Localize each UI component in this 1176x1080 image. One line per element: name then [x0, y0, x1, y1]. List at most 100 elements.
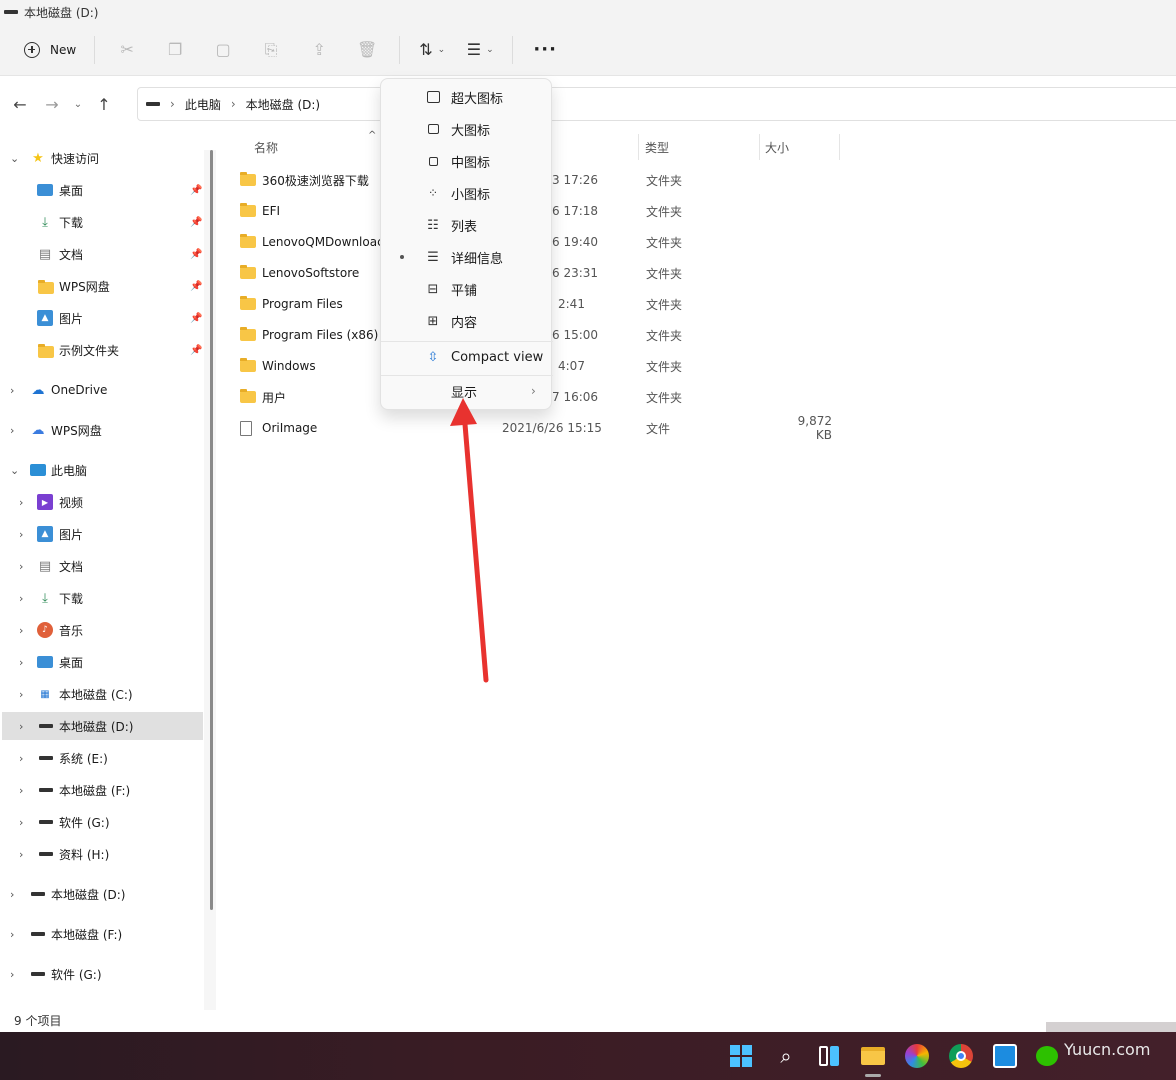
sidebar-item-downloads[interactable]: ⤓ 下载 📌	[0, 208, 204, 236]
extra-large-icons-icon	[425, 89, 441, 105]
sidebar-item-this-pc[interactable]: ⌄ 此电脑	[0, 456, 204, 484]
menu-item-compact-view[interactable]: ⇳ Compact view	[385, 342, 549, 372]
sidebar-item-pc-downloads[interactable]: › ⤓ 下载	[0, 584, 204, 612]
table-row[interactable]: Program Files (x86) 6 15:00 文件夹	[240, 321, 900, 349]
sidebar-item-label: 软件 (G:)	[59, 815, 110, 830]
pin-icon[interactable]: 📌	[190, 313, 202, 324]
chrome-taskbar-button[interactable]	[947, 1042, 975, 1070]
menu-item-large-icons[interactable]: 大图标	[385, 114, 549, 144]
pin-icon[interactable]: 📌	[190, 281, 202, 292]
sidebar-item-wps[interactable]: › ☁ WPS网盘	[0, 416, 204, 444]
copy-button[interactable]: ❐	[151, 34, 199, 66]
navigation-pane: ⌄ ★ 快速访问 桌面 📌 ⤓ 下载 📌 ▤ 文档 📌 WPS网盘 📌 ▲ 图片…	[0, 140, 216, 1010]
scrollbar-thumb[interactable]	[210, 150, 213, 910]
sidebar-item-removable-f[interactable]: › 本地磁盘 (F:)	[0, 920, 204, 948]
menu-item-extra-large-icons[interactable]: 超大图标	[385, 82, 549, 112]
navigation-bar: ← → ⌄ ↑ › 此电脑 › 本地磁盘 (D:)	[0, 86, 1176, 122]
sidebar-item-videos[interactable]: › ▶ 视频	[0, 488, 204, 516]
up-button[interactable]: ↑	[88, 88, 120, 120]
sidebar-item-drive-g[interactable]: › 软件 (G:)	[0, 808, 204, 836]
sidebar-item-label: 示例文件夹	[59, 343, 120, 358]
sidebar-item-pc-pictures[interactable]: › ▲ 图片	[0, 520, 204, 548]
sidebar-item-wps-drive[interactable]: WPS网盘 📌	[0, 272, 204, 300]
sidebar-item-drive-f[interactable]: › 本地磁盘 (F:)	[0, 776, 204, 804]
sidebar-item-removable-d[interactable]: › 本地磁盘 (D:)	[0, 880, 204, 908]
sidebar-item-drive-h[interactable]: › 资料 (H:)	[0, 840, 204, 868]
sidebar-item-pc-documents[interactable]: › ▤ 文档	[0, 552, 204, 580]
menu-item-medium-icons[interactable]: 中图标	[385, 146, 549, 176]
more-button[interactable]: ···	[521, 34, 569, 66]
windows-icon	[730, 1045, 752, 1067]
menu-item-content[interactable]: ⊞ 内容	[385, 306, 549, 336]
drive-icon	[146, 102, 160, 106]
start-button[interactable]	[727, 1042, 755, 1070]
table-row[interactable]: EFI 6 17:18 文件夹	[240, 197, 900, 225]
column-divider[interactable]	[839, 134, 840, 160]
file-date: 6 23:31	[552, 266, 599, 280]
search-button[interactable]: ⌕	[772, 1042, 800, 1070]
sidebar-item-sample-folder[interactable]: 示例文件夹 📌	[0, 336, 204, 364]
browser-360-taskbar-button[interactable]	[903, 1042, 931, 1070]
paste-button[interactable]: ▢	[199, 34, 247, 66]
column-header-size[interactable]: 大小	[765, 136, 789, 158]
cloud-icon: ☁	[31, 422, 45, 438]
column-divider[interactable]	[638, 134, 639, 160]
column-header-name[interactable]: 名称	[254, 136, 278, 158]
table-row[interactable]: LenovoSoftstore 6 23:31 文件夹	[240, 259, 900, 287]
breadcrumb-drive-d[interactable]: 本地磁盘 (D:)	[246, 96, 320, 113]
chevron-right-icon: ›	[19, 847, 24, 861]
sidebar-item-drive-d[interactable]: › 本地磁盘 (D:)	[2, 712, 203, 740]
menu-item-list[interactable]: ☷ 列表	[385, 210, 549, 240]
folder-icon	[38, 280, 54, 294]
recent-locations-button[interactable]: ⌄	[68, 88, 88, 120]
share-button[interactable]: ⇪	[295, 34, 343, 66]
cut-button[interactable]: ✂	[103, 34, 151, 66]
view-button[interactable]: ☰ ⌄	[456, 34, 504, 66]
back-button[interactable]: ←	[4, 88, 36, 120]
pin-icon[interactable]: 📌	[190, 185, 202, 196]
column-header-label: 名称	[254, 140, 279, 155]
rename-button[interactable]: ⎘	[247, 34, 295, 66]
forward-button[interactable]: →	[36, 88, 68, 120]
sidebar-scrollbar[interactable]	[204, 150, 216, 1010]
pin-icon[interactable]: 📌	[190, 217, 202, 228]
table-row[interactable]: 用户 7 16:06 文件夹	[240, 383, 900, 411]
sidebar-item-quick-access[interactable]: ⌄ ★ 快速访问	[0, 144, 204, 172]
file-icon	[240, 420, 252, 436]
chevron-right-icon: ›	[19, 751, 24, 765]
table-row[interactable]: Windows 4:07 文件夹	[240, 352, 900, 380]
pin-icon[interactable]: 📌	[190, 249, 202, 260]
file-explorer-taskbar-button[interactable]	[859, 1042, 887, 1070]
sidebar-item-drive-e[interactable]: › 系统 (E:)	[0, 744, 204, 772]
delete-button[interactable]: 🗑	[343, 34, 391, 66]
menu-item-small-icons[interactable]: ⁘ 小图标	[385, 178, 549, 208]
pin-icon[interactable]: 📌	[190, 345, 202, 356]
column-header-type[interactable]: 类型	[645, 136, 669, 158]
sort-button[interactable]: ⇅ ⌄	[408, 34, 456, 66]
sidebar-item-desktop[interactable]: 桌面 📌	[0, 176, 204, 204]
table-row[interactable]: 360极速浏览器下载 3 17:26 文件夹	[240, 166, 900, 194]
menu-item-details[interactable]: ☰ 详细信息	[385, 242, 549, 272]
sidebar-item-onedrive[interactable]: › ☁ OneDrive	[0, 376, 204, 404]
table-row[interactable]: LenovoQMDownloac 6 19:40 文件夹	[240, 228, 900, 256]
chevron-right-icon: ›	[19, 687, 24, 701]
sidebar-item-documents[interactable]: ▤ 文档 📌	[0, 240, 204, 268]
task-view-button[interactable]	[815, 1042, 843, 1070]
sidebar-item-label: 图片	[59, 311, 84, 326]
breadcrumb-this-pc[interactable]: 此电脑	[185, 96, 221, 113]
sidebar-item-removable-g[interactable]: › 软件 (G:)	[0, 960, 204, 988]
column-divider[interactable]	[759, 134, 760, 160]
table-row[interactable]: Program Files 2:41 文件夹	[240, 290, 900, 318]
sidebar-item-pc-desktop[interactable]: › 桌面	[0, 648, 204, 676]
compact-view-icon: ⇳	[427, 349, 439, 365]
sidebar-item-music[interactable]: › ♪ 音乐	[0, 616, 204, 644]
sidebar-item-drive-c[interactable]: › ▦ 本地磁盘 (C:)	[0, 680, 204, 708]
sidebar-item-pictures[interactable]: ▲ 图片 📌	[0, 304, 204, 332]
new-button[interactable]: New	[14, 34, 86, 66]
store-taskbar-button[interactable]	[991, 1042, 1019, 1070]
table-row[interactable]: OriImage 2021/6/26 15:15 文件 9,872 KB	[240, 414, 900, 442]
menu-item-tiles[interactable]: ⊟ 平铺	[385, 274, 549, 304]
wechat-taskbar-button[interactable]	[1033, 1042, 1061, 1070]
address-field[interactable]: › 此电脑 › 本地磁盘 (D:)	[137, 87, 1176, 121]
desktop-icon	[37, 656, 53, 668]
